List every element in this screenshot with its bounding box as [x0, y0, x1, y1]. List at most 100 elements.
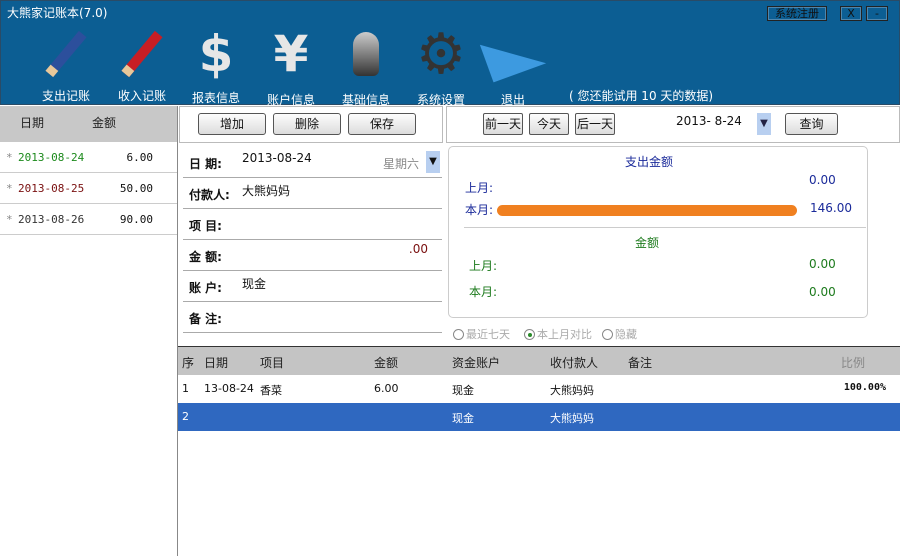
minimize-button[interactable]: - — [866, 6, 888, 21]
entry-form: 日 期: 2013-08-24 星期六 ▼ 付款人: 大熊妈妈 项 目: 金 额: .00… — [183, 147, 442, 333]
header-seq[interactable]: 序 — [182, 354, 194, 371]
radio-last-seven-days[interactable]: 最近七天 — [453, 326, 510, 342]
dollar-icon: $ — [198, 25, 234, 83]
cell-item: 香菜 — [260, 384, 282, 397]
header-date: 日期 — [20, 116, 45, 130]
header-note[interactable]: 备注 — [628, 354, 652, 371]
cell-payer: 大熊妈妈 — [550, 412, 594, 425]
weekday: 星期六 — [383, 157, 420, 171]
expense-entry-button[interactable]: 支出记账 — [31, 25, 101, 104]
income-title: 金额 — [635, 236, 660, 250]
expense-this-label: 本月: — [465, 203, 494, 217]
payer-field[interactable]: 大熊妈妈 — [242, 182, 290, 199]
person-icon — [331, 25, 401, 83]
date-picker-value[interactable]: 2013- 8-24 — [676, 114, 742, 128]
next-day-button[interactable]: 后一天 — [575, 113, 615, 135]
payer-label: 付款人: — [189, 188, 230, 202]
table-row[interactable]: 1 13-08-24 香菜 6.00 现金 大熊妈妈 100.00% — [178, 375, 900, 403]
tool-label: 支出记账 — [41, 89, 90, 103]
list-date: 2013-08-26 — [18, 213, 85, 226]
marker: * — [6, 213, 13, 226]
reports-button[interactable]: $ 报表信息 — [181, 25, 251, 106]
radio-month-compare[interactable]: 本上月对比 — [524, 326, 592, 342]
cell-amount: 6.00 — [374, 382, 399, 395]
cell-payer: 大熊妈妈 — [550, 384, 594, 397]
radio-label: 隐藏 — [615, 328, 637, 341]
list-amount: 6.00 — [126, 151, 154, 164]
save-button[interactable]: 保存 — [348, 113, 416, 135]
date-label: 日 期: — [189, 157, 222, 171]
income-last-label: 上月: — [469, 259, 498, 273]
income-last-value: 0.00 — [809, 257, 836, 271]
stats-panel: 支出金额 上月: 0.00 本月: 146.00 金额 上月: 0.00 本月:… — [448, 146, 868, 318]
table-header: 序日期 项目 金额 资金账户 收付款人 备注 比例 — [178, 347, 900, 375]
register-button[interactable]: 系统注册 — [767, 6, 827, 21]
income-this-label: 本月: — [469, 285, 498, 299]
date-list: 日期 金额 * 2013-08-24 6.00 * 2013-08-25 50.00 * 20… — [0, 106, 178, 556]
gear-icon: ⚙ — [415, 21, 467, 87]
expense-this-value: 146.00 — [810, 201, 852, 215]
list-amount: 90.00 — [119, 213, 153, 226]
radio-icon — [453, 329, 464, 340]
header-ratio[interactable]: 比例 — [841, 354, 865, 371]
exit-button[interactable]: 退出 — [478, 25, 548, 108]
expense-last-value: 0.00 — [809, 173, 836, 187]
expense-title: 支出金额 — [625, 155, 674, 169]
yen-icon: ¥ — [273, 25, 309, 83]
header-date[interactable]: 日期 — [204, 354, 228, 371]
close-button[interactable]: X — [840, 6, 862, 21]
account-field[interactable]: 现金 — [242, 275, 266, 292]
radio-label: 本上月对比 — [537, 328, 592, 341]
header-payer[interactable]: 收付款人 — [550, 354, 598, 371]
radio-label: 最近七天 — [466, 328, 510, 341]
radio-checked-icon — [524, 329, 535, 340]
header-account[interactable]: 资金账户 — [452, 354, 500, 371]
add-button[interactable]: 增加 — [198, 113, 266, 135]
income-entry-button[interactable]: 收入记账 — [107, 25, 177, 104]
accounts-button[interactable]: ¥ 账户信息 — [256, 25, 326, 108]
cell-seq: 2 — [182, 410, 189, 423]
basic-info-button[interactable]: 基础信息 — [331, 25, 401, 108]
settings-button[interactable]: ⚙ 系统设置 — [406, 21, 476, 108]
delete-button[interactable]: 删除 — [273, 113, 341, 135]
today-button[interactable]: 今天 — [529, 113, 569, 135]
chevron-down-icon[interactable]: ▼ — [426, 151, 440, 173]
marker: * — [6, 182, 13, 195]
cell-account: 现金 — [452, 384, 474, 397]
list-item[interactable]: * 2013-08-24 6.00 — [0, 142, 177, 173]
header: 大熊家记账本(7.0) 系统注册 X - 支出记账 收入记账 $ 报表信息 ¥ 账户… — [0, 0, 900, 108]
radio-hide[interactable]: 隐藏 — [602, 326, 637, 342]
item-label: 项 目: — [189, 219, 222, 233]
amount-field[interactable]: .00 — [409, 242, 428, 256]
income-this-value: 0.00 — [809, 285, 836, 299]
chevron-down-icon[interactable]: ▼ — [757, 113, 771, 135]
note-label: 备 注: — [189, 312, 222, 326]
list-item[interactable]: * 2013-08-25 50.00 — [0, 173, 177, 204]
app-title: 大熊家记账本(7.0) — [7, 6, 108, 20]
list-date: 2013-08-25 — [18, 182, 85, 195]
red-pencil-icon — [107, 25, 177, 83]
list-header: 日期 金额 — [0, 106, 177, 142]
list-date: 2013-08-24 — [18, 151, 85, 164]
table-row[interactable]: 2 现金 大熊妈妈 — [178, 403, 900, 431]
cell-account: 现金 — [452, 412, 474, 425]
blue-pencil-icon — [31, 25, 101, 83]
marker: * — [6, 151, 13, 164]
paper-plane-icon — [478, 25, 548, 83]
account-label: 账 户: — [189, 281, 222, 295]
date-field[interactable]: 2013-08-24 — [242, 151, 312, 165]
query-button[interactable]: 查询 — [785, 113, 838, 135]
action-bar: 增加 删除 保存 — [179, 106, 443, 143]
radio-icon — [602, 329, 613, 340]
date-nav-bar: 前一天 今天 后一天 2013- 8-24 ▼ 查询 — [446, 106, 900, 143]
tool-label: 收入记账 — [117, 89, 166, 103]
divider — [464, 227, 866, 228]
cell-ratio: 100.00% — [843, 382, 886, 393]
prev-day-button[interactable]: 前一天 — [483, 113, 523, 135]
expense-last-label: 上月: — [465, 181, 494, 195]
cell-seq: 1 — [182, 382, 189, 395]
trial-notice: ( 您还能试用 10 天的数据) — [569, 89, 714, 103]
header-item[interactable]: 项目 — [260, 354, 284, 371]
list-item[interactable]: * 2013-08-26 90.00 — [0, 204, 177, 235]
header-amount[interactable]: 金额 — [374, 354, 398, 371]
